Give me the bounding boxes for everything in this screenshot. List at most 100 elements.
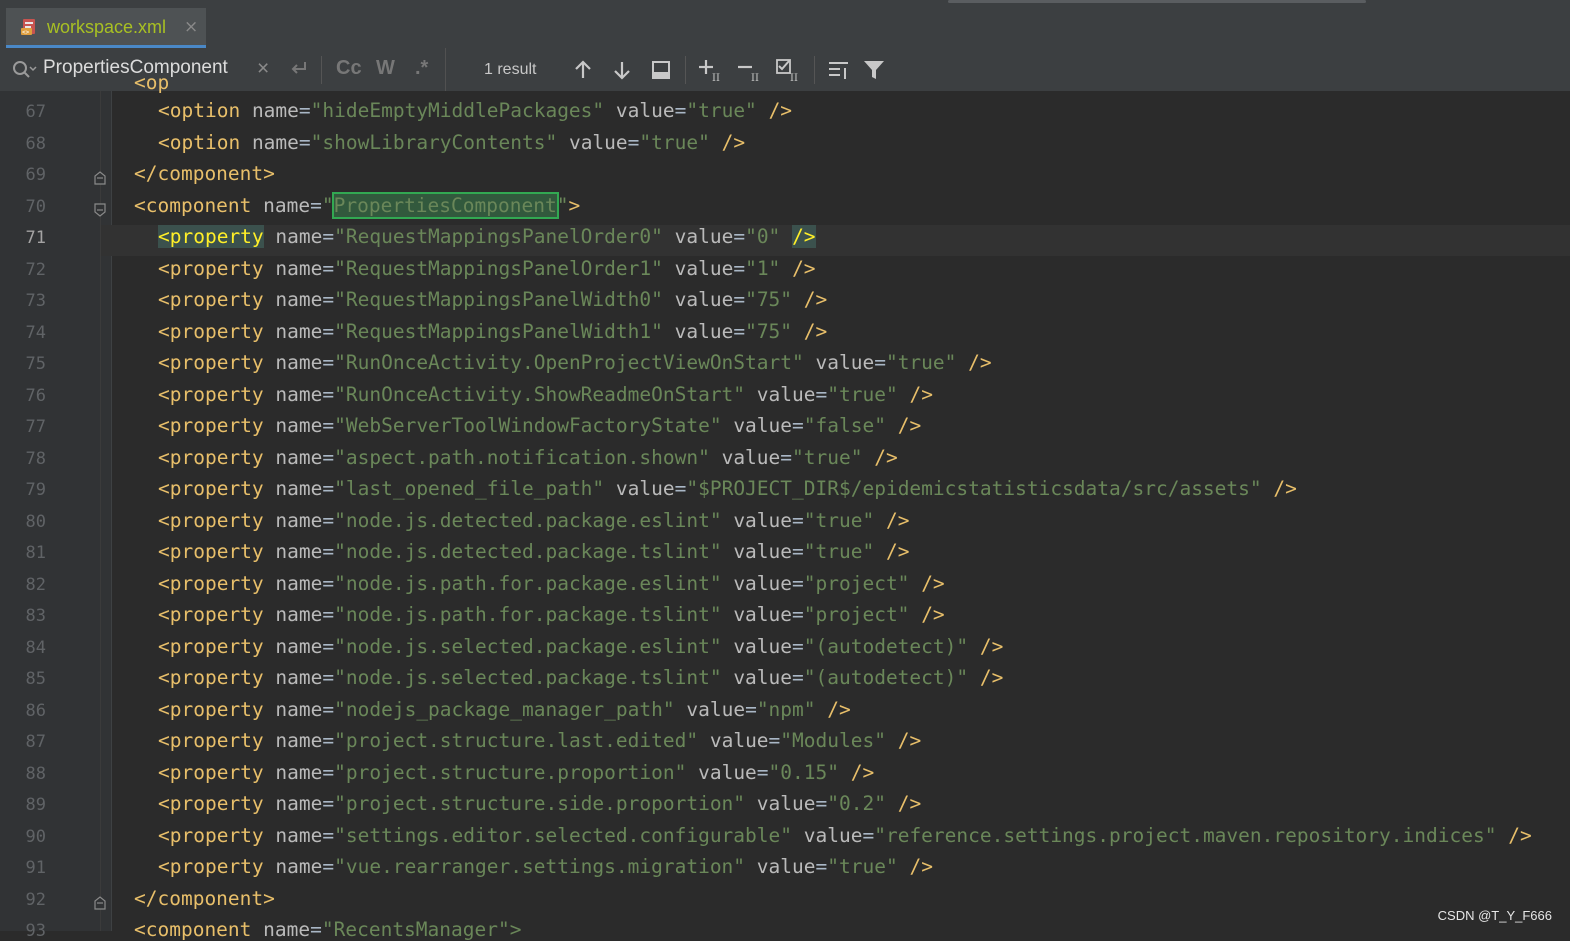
xml-self-close: /> xyxy=(885,508,910,532)
code-line[interactable]: <property name="node.js.detected.package… xyxy=(158,509,909,532)
svg-text:<>: <> xyxy=(22,29,30,36)
filter-search-results-icon[interactable] xyxy=(826,57,852,83)
xml-attribute: name xyxy=(251,99,299,122)
line-number: 84 xyxy=(25,637,46,658)
line-number: 76 xyxy=(25,385,46,406)
xml-open-tag: <property xyxy=(158,225,264,248)
line-number: 74 xyxy=(25,322,46,343)
xml-open-tag: <property xyxy=(158,823,264,847)
xml-open-tag: <property xyxy=(158,571,264,595)
regex-toggle[interactable]: .* xyxy=(415,57,428,80)
select-all-checkbox-icon[interactable]: II xyxy=(775,57,801,83)
code-line[interactable]: <property name="node.js.path.for.package… xyxy=(158,572,945,595)
arrow-down-icon[interactable] xyxy=(609,57,635,83)
close-tab-icon[interactable]: × xyxy=(184,17,198,37)
xml-attribute: value xyxy=(615,477,675,500)
code-line[interactable]: <property name="WebServerToolWindowFacto… xyxy=(158,414,921,437)
xml-attribute: name xyxy=(275,508,323,532)
code-line[interactable]: <property name="RunOnceActivity.OpenProj… xyxy=(158,351,992,374)
xml-attribute: value xyxy=(721,445,781,469)
code-line[interactable]: <property name="node.js.path.for.package… xyxy=(158,603,945,626)
code-line[interactable]: <property name="node.js.selected.package… xyxy=(158,666,1003,689)
xml-value: "nodejs_package_manager_path" xyxy=(334,697,675,721)
xml-value: "project" xyxy=(803,571,910,595)
xml-value: "project.structure.last.edited" xyxy=(334,729,699,752)
code-line[interactable]: <component name="PropertiesComponent"> xyxy=(134,191,580,219)
code-line[interactable]: <property name="node.js.detected.package… xyxy=(158,540,909,563)
code-line[interactable]: <property name="last_opened_file_path" v… xyxy=(158,477,1297,500)
xml-open-tag: <property xyxy=(158,792,264,815)
fold-collapse-icon[interactable] xyxy=(93,202,107,217)
xml-open-tag: <property xyxy=(158,445,264,469)
xml-open-tag: <property xyxy=(158,351,264,374)
xml-value: "$PROJECT_DIR$/epidemicstatisticsdata/sr… xyxy=(686,477,1262,500)
code-line[interactable]: <property name="node.js.selected.package… xyxy=(158,635,1003,658)
xml-self-close: /> xyxy=(921,603,945,626)
xml-value: "RequestMappingsPanelOrder0" xyxy=(334,225,663,248)
code-line[interactable]: <property name="RequestMappingsPanelOrde… xyxy=(158,257,816,280)
arrow-up-icon[interactable] xyxy=(570,57,596,83)
code-line[interactable]: <option name="showLibraryContents" value… xyxy=(158,131,745,154)
code-line[interactable]: <property name="aspect.path.notification… xyxy=(158,446,898,469)
code-line[interactable]: </component> xyxy=(134,162,275,185)
clear-search-icon[interactable]: × xyxy=(257,57,269,81)
words-toggle[interactable]: W xyxy=(376,57,395,80)
xml-self-close: /> xyxy=(979,634,1004,658)
fold-end-icon[interactable] xyxy=(93,895,107,910)
xml-value: "settings.editor.selected.configurable" xyxy=(334,823,793,847)
xml-value: "node.js.path.for.package.eslint" xyxy=(334,571,722,595)
xml-value: "node.js.selected.package.eslint" xyxy=(334,634,722,658)
tab-title: workspace.xml xyxy=(47,17,167,37)
code-line[interactable]: <component name="RecentsManager"> xyxy=(134,918,521,941)
code-editor[interactable]: <op 67 <option name="hideEmptyMiddlePacka… xyxy=(0,71,1570,941)
code-line[interactable]: <property name="RequestMappingsPanelWidt… xyxy=(158,320,827,343)
xml-attribute: value xyxy=(733,603,793,626)
code-line[interactable]: <property name="project.structure.propor… xyxy=(158,761,874,784)
xml-attribute: value xyxy=(733,508,793,532)
horizontal-scrollbar[interactable] xyxy=(948,0,1366,3)
tab-workspace-xml[interactable]: <> workspace.xml × xyxy=(6,8,206,48)
code-line[interactable]: <property name="settings.editor.selected… xyxy=(158,824,1532,847)
xml-open-tag: <component xyxy=(134,193,252,217)
xml-value: "true" xyxy=(792,445,863,469)
xml-self-close: /> xyxy=(885,540,910,563)
xml-value: "node.js.detected.package.eslint" xyxy=(334,508,722,532)
line-number: 93 xyxy=(25,921,46,941)
new-line-icon[interactable] xyxy=(288,59,310,79)
xml-value: "false" xyxy=(803,414,886,437)
code-line[interactable]: <property name="RunOnceActivity.ShowRead… xyxy=(158,383,933,406)
xml-open-tag: <property xyxy=(158,666,264,689)
match-case-toggle[interactable]: Cc xyxy=(336,57,362,80)
code-line[interactable]: <property name="RequestMappingsPanelWidt… xyxy=(158,288,827,311)
xml-attribute: name xyxy=(275,382,323,406)
filter-icon[interactable] xyxy=(861,57,887,83)
xml-attribute: name xyxy=(275,571,323,595)
xml-attribute: name xyxy=(275,319,323,343)
code-line[interactable]: <property name="nodejs_package_manager_p… xyxy=(158,698,851,721)
search-icon[interactable] xyxy=(11,59,37,81)
search-field[interactable]: PropertiesComponent × Cc W .* xyxy=(0,48,446,91)
xml-attribute: name xyxy=(275,256,323,280)
xml-self-close: /> xyxy=(792,225,816,248)
svg-text:II: II xyxy=(712,73,720,83)
fold-end-icon[interactable] xyxy=(93,171,107,185)
line-number: 83 xyxy=(25,606,46,626)
code-line[interactable]: <property name="project.structure.last.e… xyxy=(158,729,921,752)
xml-attribute: value xyxy=(756,792,816,815)
code-line[interactable]: <property name="project.structure.side.p… xyxy=(158,792,921,815)
add-occurrence-icon[interactable]: II xyxy=(697,57,723,83)
code-line[interactable]: <option name="hideEmptyMiddlePackages" v… xyxy=(158,99,792,122)
code-line[interactable]: </component> xyxy=(134,887,275,910)
code-line[interactable]: <property name="vue.rearranger.settings.… xyxy=(158,855,933,878)
select-all-occurrences-icon[interactable] xyxy=(648,57,674,83)
xml-attribute: name xyxy=(263,193,311,217)
xml-value: "0.2" xyxy=(827,792,886,815)
xml-self-close: /> xyxy=(827,697,851,721)
xml-attribute: name xyxy=(275,634,323,658)
remove-occurrence-icon[interactable]: II xyxy=(736,57,762,83)
code-line[interactable]: <property name="RequestMappingsPanelOrde… xyxy=(158,225,816,248)
xml-attribute: name xyxy=(275,823,323,847)
xml-attribute: value xyxy=(733,571,793,595)
line-number: 78 xyxy=(25,448,46,469)
xml-self-close: /> xyxy=(909,382,933,406)
